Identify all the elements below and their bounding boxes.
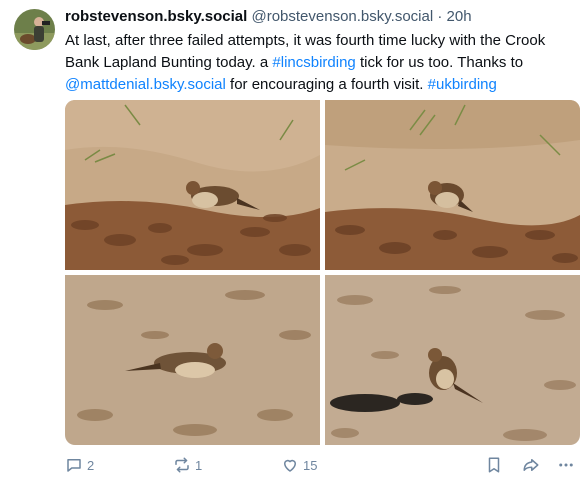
like-button[interactable]: 15 <box>281 452 317 478</box>
header-separator: · <box>437 8 443 25</box>
more-dots-icon <box>559 463 573 467</box>
photo-bunting-on-sand-2-icon <box>325 275 580 445</box>
repost-count: 1 <box>195 457 203 473</box>
post-text: At last, after three failed attempts, it… <box>65 30 581 96</box>
post-header: robstevenson.bsky.social @robstevenson.b… <box>65 6 581 28</box>
photo-bunting-on-leaves-1-icon <box>65 100 320 270</box>
repost-button[interactable]: 1 <box>173 452 202 478</box>
mention-link[interactable]: @mattdenial.bsky.social <box>65 76 226 93</box>
hashtag-link[interactable]: #ukbirding <box>428 76 497 93</box>
like-count: 15 <box>303 457 318 473</box>
gallery-image-2[interactable] <box>325 100 580 270</box>
image-gallery <box>65 100 580 445</box>
author-name[interactable]: robstevenson.bsky.social <box>65 8 247 25</box>
author-handle[interactable]: @robstevenson.bsky.social <box>251 8 433 25</box>
repost-icon <box>175 457 189 473</box>
photo-bunting-on-leaves-2-icon <box>325 100 580 270</box>
post-text-part: tick for us too. Thanks to <box>355 54 524 71</box>
bookmark-icon <box>488 457 500 473</box>
gallery-image-4[interactable] <box>325 275 580 445</box>
post-content: robstevenson.bsky.social @robstevenson.b… <box>65 6 581 96</box>
author-avatar[interactable] <box>14 9 55 50</box>
post: robstevenson.bsky.social @robstevenson.b… <box>0 0 588 485</box>
gallery-image-3[interactable] <box>65 275 320 445</box>
reply-icon <box>67 459 81 472</box>
photo-bunting-on-sand-1-icon <box>65 275 320 445</box>
post-actions: 2 1 15 <box>65 452 580 478</box>
share-icon <box>523 459 539 471</box>
more-options-button[interactable] <box>557 452 575 478</box>
reply-button[interactable]: 2 <box>65 452 94 478</box>
post-text-part: for encouraging a fourth visit. <box>225 76 428 93</box>
post-timestamp[interactable]: 20h <box>447 8 472 25</box>
bookmark-button[interactable] <box>485 452 503 478</box>
hashtag-link[interactable]: #lincsbirding <box>272 54 355 71</box>
gallery-image-1[interactable] <box>65 100 320 270</box>
reply-count: 2 <box>87 457 95 473</box>
heart-icon <box>284 459 296 472</box>
share-button[interactable] <box>521 452 541 478</box>
